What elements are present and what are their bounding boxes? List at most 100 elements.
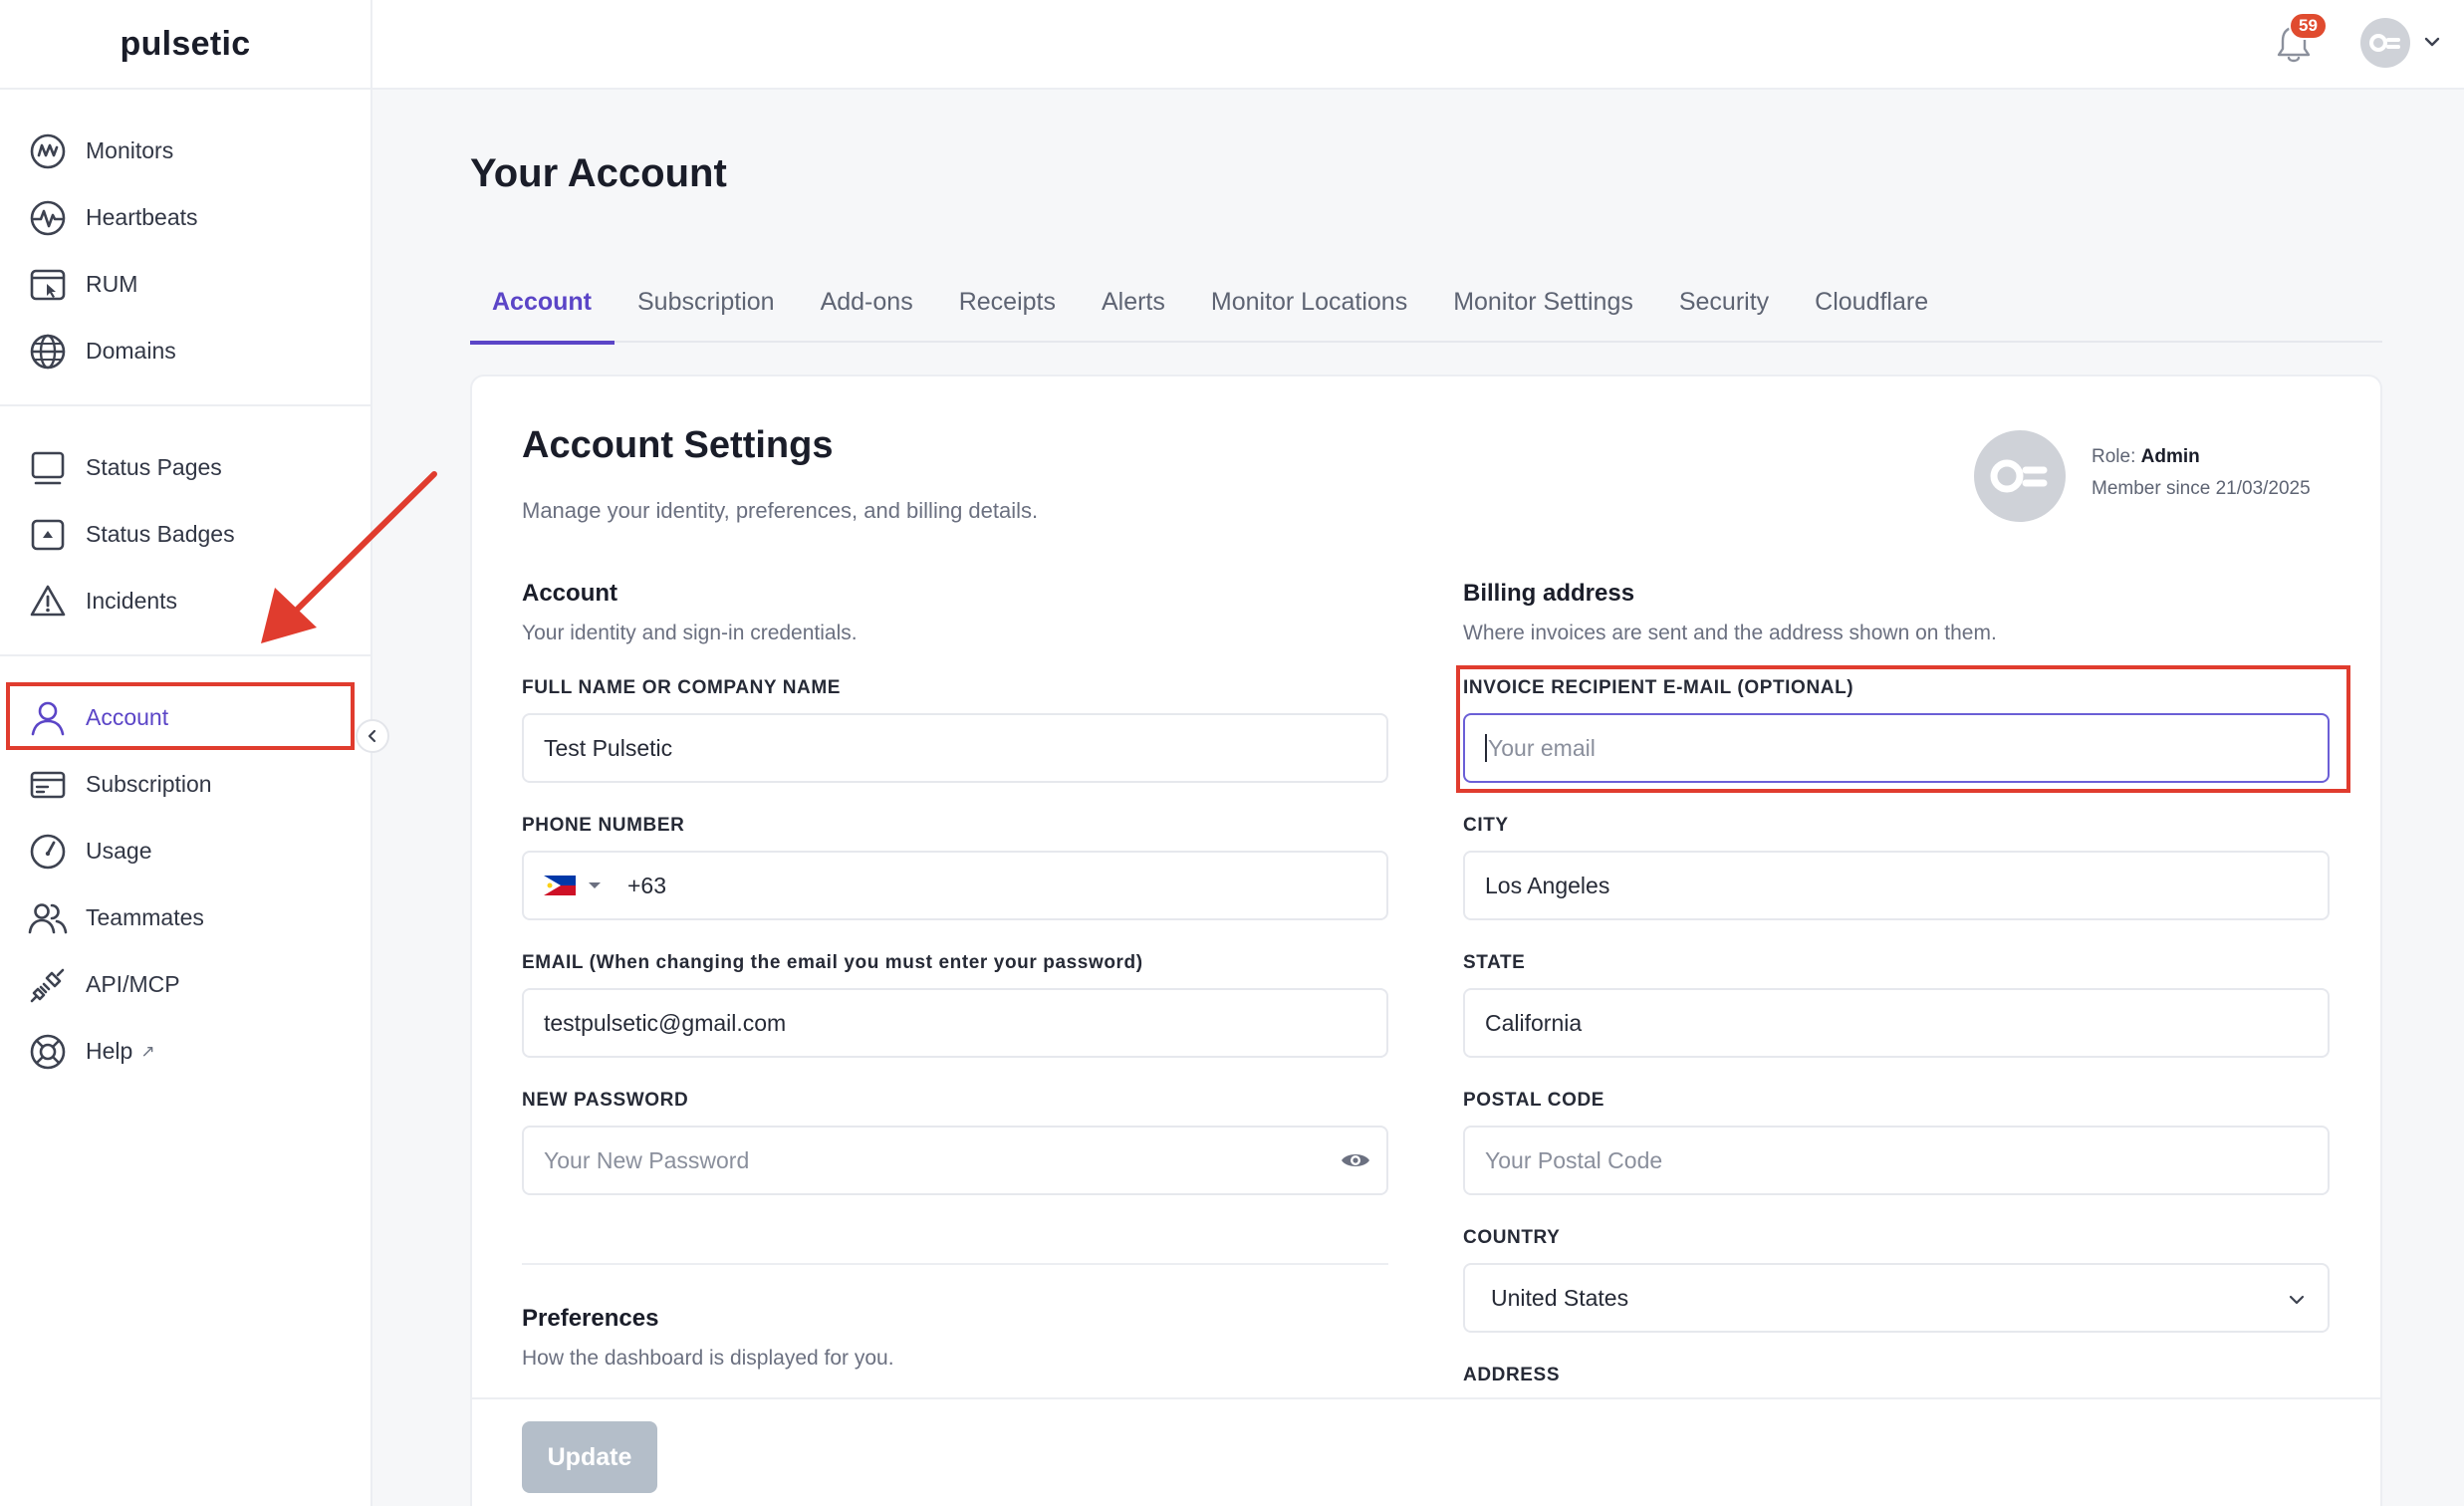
- tab-cloudflare[interactable]: Cloudflare: [1792, 261, 1951, 343]
- sidebar-item-status-badges[interactable]: Status Badges: [0, 501, 370, 568]
- country-select[interactable]: United States: [1463, 1263, 2330, 1333]
- text-cursor: [1485, 734, 1487, 762]
- caret-down-icon[interactable]: [588, 880, 602, 890]
- sidebar-item-label: Teammates: [86, 904, 204, 930]
- sidebar-item-label: Heartbeats: [86, 204, 198, 230]
- tab-subscription[interactable]: Subscription: [615, 261, 798, 343]
- account-settings-card: Account Settings Manage your identity, p…: [470, 375, 2382, 1506]
- new-password-label: NEW PASSWORD: [522, 1090, 689, 1111]
- sidebar-item-teammates[interactable]: Teammates: [0, 884, 370, 951]
- top-bar: 59: [372, 0, 2464, 90]
- state-value: California: [1485, 1009, 1583, 1036]
- nav-group-settings: Account Subscription Usage Teammates API…: [0, 656, 370, 1105]
- country-value: United States: [1491, 1284, 1629, 1311]
- new-password-placeholder: Your New Password: [544, 1146, 750, 1173]
- preferences-section-title: Preferences: [522, 1305, 659, 1332]
- state-label: STATE: [1463, 952, 1526, 973]
- sidebar-item-incidents[interactable]: Incidents: [0, 568, 370, 634]
- city-value: Los Angeles: [1485, 872, 1610, 898]
- chevron-down-icon[interactable]: [2422, 32, 2442, 52]
- billing-section-title: Billing address: [1463, 580, 1635, 607]
- section-divider: [522, 1263, 1388, 1265]
- sidebar-item-subscription[interactable]: Subscription: [0, 751, 370, 818]
- user-icon: [28, 698, 68, 738]
- warning-icon: [28, 582, 68, 622]
- new-password-input[interactable]: Your New Password: [522, 1126, 1388, 1195]
- sidebar-item-monitors[interactable]: Monitors: [0, 118, 370, 184]
- plug-icon: [28, 965, 68, 1005]
- card-icon: [28, 765, 68, 805]
- tab-monitor-locations[interactable]: Monitor Locations: [1188, 261, 1430, 343]
- phone-value: +63: [627, 872, 667, 898]
- eye-icon[interactable]: [1341, 1149, 1370, 1171]
- sidebar-item-label: Monitors: [86, 137, 174, 163]
- collapse-sidebar-button[interactable]: [356, 719, 389, 753]
- sidebar-item-label: Domains: [86, 338, 176, 364]
- postal-code-input[interactable]: Your Postal Code: [1463, 1126, 2330, 1195]
- billing-section-subtitle: Where invoices are sent and the address …: [1463, 622, 1997, 644]
- tab-account[interactable]: Account: [470, 261, 615, 345]
- phone-label: PHONE NUMBER: [522, 815, 685, 836]
- member-since: Member since 21/03/2025: [2092, 478, 2311, 499]
- full-name-value: Test Pulsetic: [544, 734, 673, 761]
- gauge-icon: [28, 832, 68, 872]
- postal-code-label: POSTAL CODE: [1463, 1090, 1605, 1111]
- globe-icon: [28, 332, 68, 372]
- account-tabs: Account Subscription Add-ons Receipts Al…: [470, 261, 2382, 345]
- account-section-subtitle: Your identity and sign-in credentials.: [522, 622, 858, 644]
- notification-badge: 59: [2289, 12, 2328, 40]
- users-icon: [28, 898, 68, 938]
- chevron-left-icon: [368, 729, 376, 743]
- heartbeat-icon: [28, 198, 68, 238]
- tab-security[interactable]: Security: [1656, 261, 1792, 343]
- user-avatar[interactable]: [2360, 18, 2410, 68]
- tab-receipts[interactable]: Receipts: [936, 261, 1079, 343]
- chevron-down-icon: [2289, 1295, 2305, 1305]
- sidebar-item-domains[interactable]: Domains: [0, 318, 370, 384]
- sidebar-item-label: Subscription: [86, 771, 212, 797]
- preferences-section-subtitle: How the dashboard is displayed for you.: [522, 1347, 894, 1370]
- role-info: Role: Admin: [2092, 446, 2200, 468]
- brand-name: pulsetic: [120, 24, 251, 63]
- philippines-flag-icon[interactable]: [544, 876, 576, 895]
- sidebar-item-heartbeats[interactable]: Heartbeats: [0, 184, 370, 251]
- sidebar: pulsetic Monitors Heartbeats RUM Domains: [0, 0, 372, 1506]
- lifebuoy-icon: [28, 1032, 68, 1072]
- brand-logo[interactable]: pulsetic: [0, 0, 370, 90]
- sidebar-item-label: RUM: [86, 271, 138, 297]
- sidebar-item-usage[interactable]: Usage: [0, 818, 370, 884]
- address-label: ADDRESS: [1463, 1365, 1561, 1385]
- role-label: Role:: [2092, 446, 2136, 467]
- sidebar-item-rum[interactable]: RUM: [0, 251, 370, 318]
- email-input[interactable]: testpulsetic@gmail.com: [522, 988, 1388, 1058]
- state-input[interactable]: California: [1463, 988, 2330, 1058]
- tab-monitor-settings[interactable]: Monitor Settings: [1430, 261, 1656, 343]
- phone-input[interactable]: +63: [522, 851, 1388, 920]
- sidebar-item-label: Help: [86, 1038, 133, 1064]
- full-name-input[interactable]: Test Pulsetic: [522, 713, 1388, 783]
- role-value: Admin: [2140, 446, 2200, 467]
- card-title: Account Settings: [522, 424, 834, 466]
- city-input[interactable]: Los Angeles: [1463, 851, 2330, 920]
- sidebar-item-label: Usage: [86, 838, 152, 864]
- sidebar-item-api-mcp[interactable]: API/MCP: [0, 951, 370, 1018]
- invoice-email-label: INVOICE RECIPIENT E-MAIL (OPTIONAL): [1463, 677, 1854, 698]
- tab-add-ons[interactable]: Add-ons: [798, 261, 936, 343]
- external-link-icon: ↗: [140, 1041, 155, 1061]
- card-footer: Update: [470, 1397, 2382, 1506]
- status-badge-icon: [28, 515, 68, 555]
- country-label: COUNTRY: [1463, 1227, 1561, 1248]
- profile-avatar: [1974, 430, 2066, 522]
- email-value: testpulsetic@gmail.com: [544, 1009, 787, 1036]
- account-section-title: Account: [522, 580, 617, 607]
- sidebar-item-label: Account: [86, 704, 169, 730]
- monitors-icon: [28, 131, 68, 171]
- sidebar-item-account[interactable]: Account: [0, 682, 370, 751]
- rum-icon: [28, 265, 68, 305]
- update-button[interactable]: Update: [522, 1421, 657, 1493]
- sidebar-item-help[interactable]: Help ↗: [0, 1018, 370, 1085]
- invoice-email-input[interactable]: Your email: [1463, 713, 2330, 783]
- full-name-label: FULL NAME OR COMPANY NAME: [522, 677, 842, 698]
- sidebar-item-status-pages[interactable]: Status Pages: [0, 434, 370, 501]
- tab-alerts[interactable]: Alerts: [1079, 261, 1188, 343]
